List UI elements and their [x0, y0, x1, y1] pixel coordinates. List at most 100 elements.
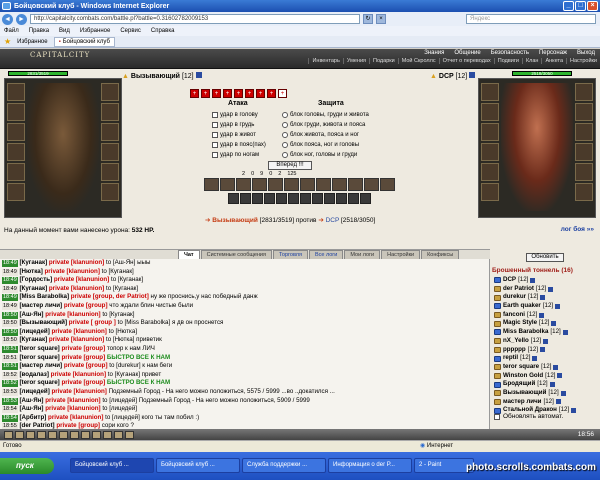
- attack-option[interactable]: удар в голову: [220, 112, 258, 118]
- attack-plus-icon[interactable]: +: [245, 89, 254, 98]
- item-slot[interactable]: [575, 183, 593, 201]
- chat-channel[interactable]: private [group]: [56, 422, 100, 429]
- tab-trade[interactable]: Торговля: [272, 250, 308, 259]
- tab-my-logs[interactable]: Мои логи: [344, 250, 381, 259]
- attack-plus-icon[interactable]: +: [223, 89, 232, 98]
- spell-icon[interactable]: [380, 178, 395, 191]
- chat-nick[interactable]: [teror square]: [20, 379, 60, 386]
- info-icon[interactable]: [195, 72, 202, 78]
- user-list-item[interactable]: durekur [12]: [494, 293, 598, 302]
- chat-nick[interactable]: [мастер личи]: [20, 362, 63, 369]
- belt-item-icon[interactable]: [276, 193, 287, 204]
- chat-time[interactable]: 18:50: [2, 320, 18, 328]
- user-list-item[interactable]: reptil [12]: [494, 354, 598, 363]
- item-slot[interactable]: [7, 143, 25, 161]
- chat-channel[interactable]: private [ group ]: [69, 319, 116, 326]
- chat-nick[interactable]: [Аш-Ян]: [20, 311, 44, 318]
- user-list-item[interactable]: Magic Style [12]: [494, 319, 598, 328]
- attack-plus-icon[interactable]: +: [267, 89, 276, 98]
- user-name[interactable]: fanconi: [503, 311, 525, 320]
- star-icon[interactable]: ★: [4, 37, 11, 46]
- user-list-item[interactable]: Miss Barabolka [12]: [494, 328, 598, 337]
- chat-channel[interactable]: private [klanunion]: [45, 397, 100, 404]
- chat-time[interactable]: 18:53: [2, 388, 18, 396]
- chat-time[interactable]: 18:50: [2, 337, 18, 345]
- item-slot[interactable]: [575, 83, 593, 101]
- chat-channel[interactable]: private [klanunion]: [51, 371, 106, 378]
- chat-nick[interactable]: [лицедей]: [20, 388, 50, 395]
- chat-recipient[interactable]: to [лицедей]: [102, 397, 137, 404]
- address-input[interactable]: http://capitalcity.combats.com/battle.pl…: [30, 14, 360, 24]
- chat-log[interactable]: 18:49 [Куганак] private [klanunion] to […: [0, 259, 490, 429]
- item-slot[interactable]: [481, 123, 499, 141]
- submenu-clan[interactable]: Клан: [521, 58, 542, 64]
- browser-tab[interactable]: ▪ Бойцовский клуб: [53, 36, 115, 47]
- user-name[interactable]: der Patriot: [503, 285, 534, 294]
- belt-item-icon[interactable]: [336, 193, 347, 204]
- forward-button[interactable]: Вперед !!!: [268, 161, 312, 170]
- item-slot[interactable]: [575, 143, 593, 161]
- chat-time[interactable]: 18:49: [2, 285, 18, 293]
- start-button[interactable]: пуск: [0, 458, 54, 474]
- chat-recipient[interactable]: to [Куганак]: [108, 371, 140, 378]
- defense-radio[interactable]: [282, 131, 288, 138]
- refresh-button[interactable]: Обновить: [526, 253, 564, 262]
- menu-chat[interactable]: Общение: [449, 50, 485, 56]
- chat-recipient[interactable]: to [Куганак]: [111, 276, 143, 283]
- chat-channel[interactable]: private [klanunion]: [45, 268, 100, 275]
- tab-system[interactable]: Системные сообщения: [200, 250, 272, 259]
- chat-recipient[interactable]: to [Куганак]: [102, 268, 134, 275]
- defense-option[interactable]: блок груди, живота и пояса: [290, 122, 365, 128]
- chat-time[interactable]: 18:52: [2, 371, 18, 379]
- chat-nick[interactable]: [Аш-Ян]: [20, 397, 44, 404]
- taskbar-window[interactable]: Информация о der P...: [328, 458, 412, 473]
- item-slot[interactable]: [481, 163, 499, 181]
- tab-all-logs[interactable]: Все логи: [308, 250, 344, 259]
- item-slot[interactable]: [101, 83, 119, 101]
- auto-refresh[interactable]: Обновлять автомат.: [494, 413, 563, 420]
- chat-time[interactable]: 18:51: [2, 363, 18, 371]
- info-icon[interactable]: [557, 373, 563, 379]
- spell-icon[interactable]: [316, 178, 331, 191]
- info-icon[interactable]: [555, 303, 561, 309]
- user-list-item[interactable]: Earth quaker [12]: [494, 302, 598, 311]
- chat-nick[interactable]: [мастер личи]: [20, 302, 63, 309]
- chat-recipient[interactable]: to [лицедей]: [105, 414, 140, 421]
- info-icon[interactable]: [551, 321, 557, 327]
- chat-time[interactable]: 18:49: [2, 294, 18, 302]
- toolbar-icon[interactable]: [114, 430, 123, 439]
- chat-time[interactable]: 18:50: [2, 328, 18, 336]
- toolbar-icon[interactable]: [103, 430, 112, 439]
- attack-plus-icon[interactable]: +: [256, 89, 265, 98]
- defense-option[interactable]: блок живота, пояса и ног: [290, 132, 359, 138]
- chat-recipient[interactable]: to [Аш-Ян]: [106, 259, 135, 266]
- belt-item-icon[interactable]: [264, 193, 275, 204]
- item-slot[interactable]: [7, 83, 25, 101]
- chat-recipient[interactable]: to [Нютка]: [106, 336, 134, 343]
- user-name[interactable]: DCP: [503, 276, 516, 285]
- chat-nick[interactable]: [Куганак]: [20, 336, 48, 343]
- chat-channel[interactable]: private [klanunion]: [49, 259, 104, 266]
- chat-recipient[interactable]: to [лицедей]: [102, 405, 137, 412]
- attack-option[interactable]: удар в живот: [220, 132, 256, 138]
- menu-item-view[interactable]: Вид: [59, 28, 70, 34]
- forward-arrow-icon[interactable]: ►: [16, 13, 27, 25]
- submenu-settings[interactable]: Настройки: [566, 58, 600, 64]
- right-player-name[interactable]: ▲ DCP [12]: [430, 72, 476, 80]
- item-slot[interactable]: [7, 163, 25, 181]
- belt-item-icon[interactable]: [300, 193, 311, 204]
- info-icon[interactable]: [555, 399, 561, 405]
- spell-icon[interactable]: [252, 178, 267, 191]
- menu-security[interactable]: Безопасность: [486, 50, 534, 56]
- chat-nick[interactable]: [teror square]: [20, 345, 60, 352]
- chat-time[interactable]: 18:49: [2, 277, 18, 285]
- toolbar-icon[interactable]: [37, 430, 46, 439]
- chat-time[interactable]: 18:49: [2, 260, 18, 267]
- belt-item-icon[interactable]: [228, 193, 239, 204]
- right-player-panel[interactable]: [478, 78, 596, 218]
- toolbar-icon[interactable]: [59, 430, 68, 439]
- defense-option[interactable]: блок ног, головы и груди: [290, 152, 357, 158]
- user-name[interactable]: nX_Yello: [503, 337, 529, 346]
- spell-icon[interactable]: [300, 178, 315, 191]
- item-slot[interactable]: [481, 103, 499, 121]
